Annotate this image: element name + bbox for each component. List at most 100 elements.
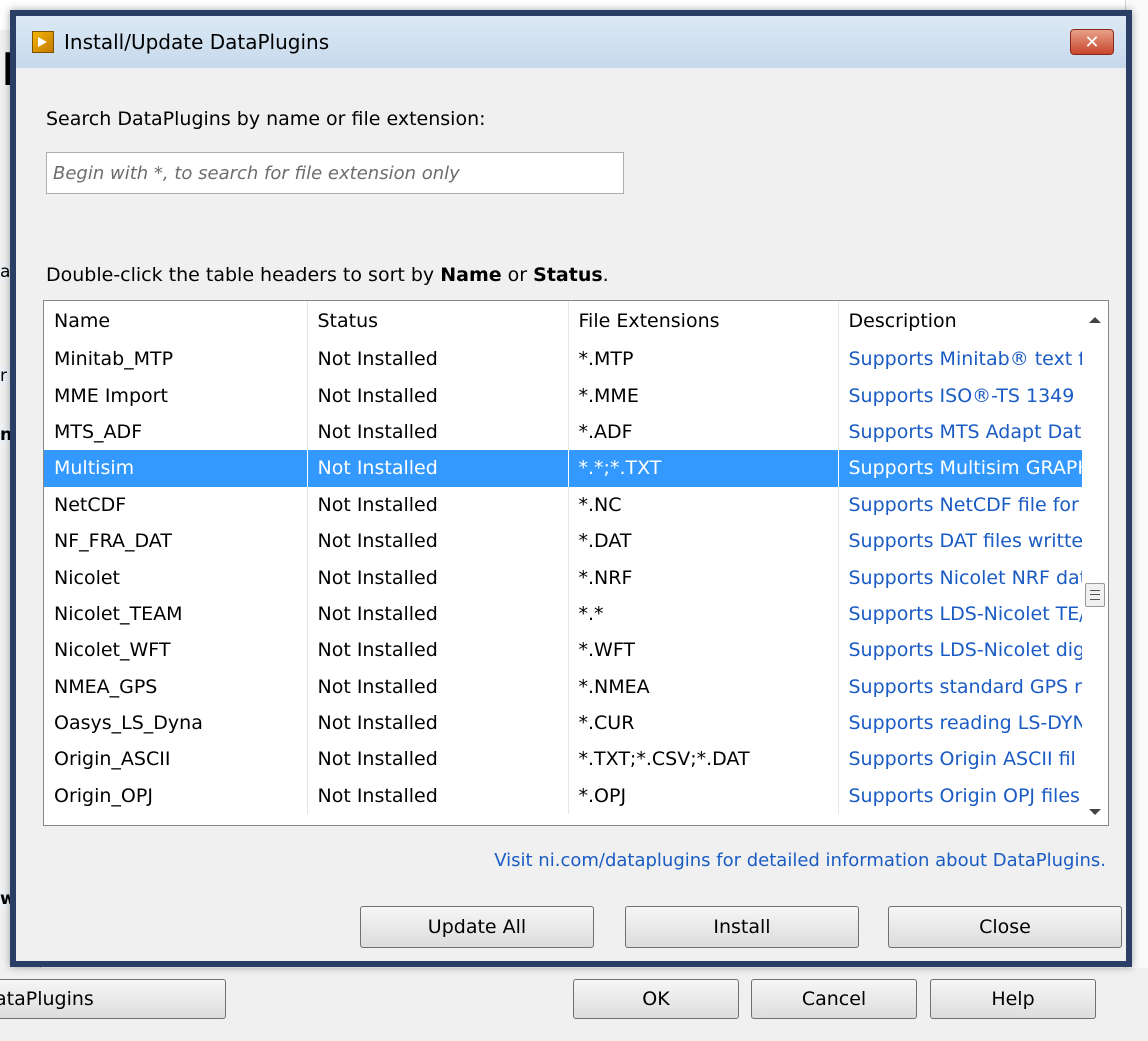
table-row[interactable]: Oasys_LS_Dyna Not Installed *.CUR Supports … [44,704,1083,742]
table-row[interactable]: MME Import Not Installed *.MME Supports ISO… [44,377,1083,414]
table-row[interactable]: Nicolet Not Installed *.NRF Supports Nicole… [44,559,1083,596]
cell-description: Supports Nicolet NRF dat [838,559,1083,596]
cell-name: NF_FRA_DAT [44,522,308,560]
table-row[interactable]: NetCDF Not Installed *.NC Supports NetCDF f… [44,486,1083,523]
cell-status: Not Installed [307,777,569,815]
cell-description: Supports MTS Adapt Dat [838,413,1083,451]
cell-description: Supports DAT files writte [838,522,1083,560]
column-header-file-extensions[interactable]: File Extensions [568,301,839,341]
cell-name: NetCDF [44,486,308,523]
dataplugins-info-link[interactable]: Visit ni.com/dataplugins for detailed in… [494,850,1106,871]
labview-app-icon [32,31,54,53]
cell-file-extensions: *.NC [568,486,839,523]
column-header-name[interactable]: Name [44,301,308,341]
parent-button-bar: ataPlugins OK Cancel Help [0,968,1148,1041]
cell-status: Not Installed [307,741,569,778]
cell-name: Oasys_LS_Dyna [44,704,308,742]
cell-name: Multisim [44,450,308,487]
cell-description: Supports Minitab® text f [838,341,1083,378]
parent-ok-button[interactable]: OK [573,979,739,1019]
cell-name: MTS_ADF [44,413,308,451]
table-vertical-scrollbar[interactable] [1082,301,1108,825]
cell-status: Not Installed [307,450,569,487]
cell-file-extensions: *.OPJ [568,777,839,815]
scroll-up-icon[interactable] [1089,317,1101,323]
sort-hint: Double-click the table headers to sort b… [46,264,609,286]
cell-description: Supports Origin ASCII fil [838,741,1083,778]
parent-dataplugins-button[interactable]: ataPlugins [0,979,226,1019]
cell-file-extensions: *.ADF [568,413,839,451]
cell-description: Supports standard GPS r [838,668,1083,705]
update-all-button[interactable]: Update All [360,906,594,948]
table-row[interactable]: Multisim Not Installed *.*;*.TXT Supports M… [44,450,1083,487]
cell-description: Supports ISO®-TS 1349 [838,377,1083,414]
cell-status: Not Installed [307,668,569,705]
sort-hint-status: Status [533,264,603,286]
cell-file-extensions: *.MTP [568,341,839,378]
table-row[interactable]: Origin_ASCII Not Installed *.TXT;*.CSV;*.D… [44,741,1083,778]
cell-name: Nicolet_WFT [44,632,308,669]
cell-name: Minitab_MTP [44,341,308,378]
sort-hint-or: or [501,264,534,286]
install-dataplugins-dialog: Install/Update DataPlugins ✕ Search Data… [10,10,1132,967]
dialog-titlebar[interactable]: Install/Update DataPlugins ✕ [16,16,1126,68]
scroll-down-icon[interactable] [1089,809,1101,815]
parent-sliver-4: w [0,889,16,909]
table-row[interactable]: Nicolet_WFT Not Installed *.WFT Supports LD… [44,632,1083,669]
cell-file-extensions: *.TXT;*.CSV;*.DAT [568,741,839,778]
sort-hint-name: Name [440,264,502,286]
parent-sliver-3: n [0,425,13,445]
parent-help-button[interactable]: Help [930,979,1096,1019]
cell-description: Supports Multisim GRAPH [838,450,1083,487]
cell-file-extensions: *.* [568,595,839,633]
cell-name: Origin_OPJ [44,777,308,815]
cell-status: Not Installed [307,595,569,633]
scroll-thumb[interactable] [1085,583,1105,607]
table-row[interactable]: NF_FRA_DAT Not Installed *.DAT Supports DAT… [44,522,1083,560]
dataplugins-table: Name Status File Extensions Description … [43,300,1109,826]
cell-file-extensions: *.NRF [568,559,839,596]
titlebar-close-icon[interactable]: ✕ [1070,29,1114,55]
cell-status: Not Installed [307,341,569,378]
table-row[interactable]: Minitab_MTP Not Installed *.MTP Supports Mi… [44,341,1083,378]
table-row[interactable]: Nicolet_TEAM Not Installed *.* Supports LDS… [44,595,1083,633]
column-header-status[interactable]: Status [307,301,569,341]
cell-name: NMEA_GPS [44,668,308,705]
cell-name: Origin_ASCII [44,741,308,778]
table-row[interactable]: Origin_OPJ Not Installed *.OPJ Supports Ori… [44,777,1083,815]
cell-status: Not Installed [307,522,569,560]
search-input[interactable] [46,152,624,194]
cell-description: Supports NetCDF file for [838,486,1083,523]
cell-status: Not Installed [307,559,569,596]
parent-sliver-1: a [0,262,11,282]
table-row[interactable]: MTS_ADF Not Installed *.ADF Supports MTS Ad… [44,413,1083,451]
cell-name: MME Import [44,377,308,414]
cell-status: Not Installed [307,632,569,669]
cell-file-extensions: *.DAT [568,522,839,560]
cell-file-extensions: *.NMEA [568,668,839,705]
sort-hint-prefix: Double-click the table headers to sort b… [46,264,441,286]
cell-name: Nicolet [44,559,308,596]
table-header-row: Name Status File Extensions Description [44,301,1083,341]
cell-name: Nicolet_TEAM [44,595,308,633]
cell-description: Supports LDS-Nicolet dig [838,632,1083,669]
install-button[interactable]: Install [625,906,859,948]
dialog-client-area: Search DataPlugins by name or file exten… [16,68,1126,961]
cell-file-extensions: *.MME [568,377,839,414]
close-button[interactable]: Close [888,906,1122,948]
dialog-title: Install/Update DataPlugins [64,30,330,54]
cell-status: Not Installed [307,377,569,414]
cell-description: Supports LDS-Nicolet TE/ [838,595,1083,633]
cell-description: Supports Origin OPJ files [838,777,1083,815]
column-header-description[interactable]: Description [838,301,1083,341]
cell-file-extensions: *.CUR [568,704,839,742]
cell-file-extensions: *.*;*.TXT [568,450,839,487]
sort-hint-suffix: . [602,264,609,286]
table-row[interactable]: NMEA_GPS Not Installed *.NMEA Supports stan… [44,668,1083,705]
cell-description: Supports reading LS-DYN [838,704,1083,742]
search-label: Search DataPlugins by name or file exten… [46,108,486,130]
parent-cancel-button[interactable]: Cancel [751,979,917,1019]
cell-status: Not Installed [307,704,569,742]
parent-sliver-2: r [0,366,10,386]
cell-status: Not Installed [307,486,569,523]
